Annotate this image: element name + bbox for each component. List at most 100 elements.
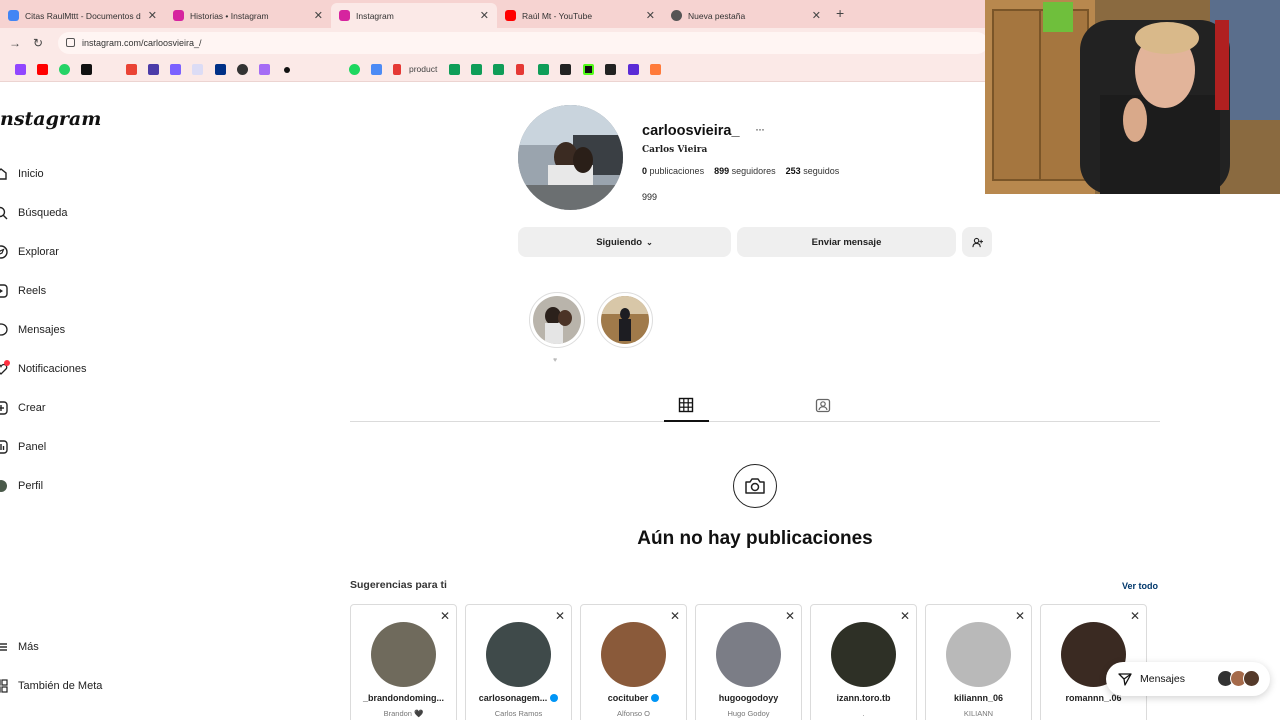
dismiss-icon[interactable]: ✕ (555, 609, 565, 623)
suggest-users-button[interactable] (962, 227, 992, 257)
bookmark-icon[interactable] (170, 64, 181, 75)
posts-stat: 0 publicaciones (642, 166, 704, 176)
bookmark-icon[interactable] (192, 64, 203, 75)
sidebar-item-perfil[interactable]: Perfil (0, 476, 43, 496)
kick-icon[interactable] (583, 64, 594, 75)
sheets-icon[interactable] (471, 64, 482, 75)
story-highlight[interactable] (529, 292, 585, 348)
bookmark-icon[interactable] (393, 64, 401, 75)
tiktok-icon[interactable] (81, 64, 92, 75)
tagged-icon[interactable] (815, 397, 831, 413)
sidebar-item-busqueda[interactable]: Búsqueda (0, 203, 68, 223)
meta-icon (0, 679, 8, 693)
dismiss-icon[interactable]: ✕ (900, 609, 910, 623)
sidebar-item-mensajes[interactable]: Mensajes (0, 320, 65, 340)
sidebar-item-explorar[interactable]: Explorar (0, 242, 59, 262)
site-settings-icon[interactable] (66, 38, 75, 47)
sidebar-item-reels[interactable]: Reels (0, 281, 46, 301)
bookmark-icon[interactable] (148, 64, 159, 75)
followers-stat[interactable]: 899 seguidores (714, 166, 776, 176)
forward-icon[interactable]: → (9, 36, 21, 50)
bookmark-icon[interactable] (605, 64, 616, 75)
dismiss-icon[interactable]: ✕ (670, 609, 680, 623)
send-message-button[interactable]: Enviar mensaje (737, 227, 956, 257)
suggestion-card[interactable]: ✕ _brandondoming... Brandon 🖤 (350, 604, 457, 720)
youtube-icon[interactable] (37, 64, 48, 75)
bookmark-icon[interactable] (628, 64, 639, 75)
messages-pill[interactable]: Mensajes (1106, 662, 1270, 696)
story-highlight[interactable] (597, 292, 653, 348)
suggestion-username[interactable]: carlosonagem... (466, 693, 571, 703)
close-icon[interactable]: ✕ (646, 9, 655, 22)
following-stat[interactable]: 253 seguidos (786, 166, 840, 176)
see-all-link[interactable]: Ver todo (1122, 581, 1158, 591)
bookmark-icon[interactable] (284, 67, 290, 73)
dismiss-icon[interactable]: ✕ (440, 609, 450, 623)
dismiss-icon[interactable]: ✕ (1130, 609, 1140, 623)
chatgpt-icon[interactable] (237, 64, 248, 75)
highlight-cover (533, 296, 581, 344)
suggestion-card[interactable]: ✕ cocituber Alfonso O (580, 604, 687, 720)
sheets-icon[interactable] (538, 64, 549, 75)
suggestion-avatar[interactable] (371, 622, 436, 687)
suggestion-avatar[interactable] (946, 622, 1011, 687)
suggestion-avatar[interactable] (486, 622, 551, 687)
close-icon[interactable]: ✕ (480, 9, 489, 22)
suggestion-avatar[interactable] (601, 622, 666, 687)
browser-tab-active[interactable]: Instagram ✕ (331, 3, 497, 28)
sidebar-item-label: Mensajes (18, 324, 66, 336)
browser-tab[interactable]: Historias • Instagram ✕ (165, 3, 331, 28)
close-icon[interactable]: ✕ (314, 9, 323, 22)
sidebar-item-mas[interactable]: Más (0, 637, 39, 657)
browser-tab-title: Instagram (356, 10, 394, 21)
instagram-logo[interactable]: nstagram (0, 108, 101, 130)
suggestion-username[interactable]: hugoogodoyy (696, 693, 801, 703)
paypal-icon[interactable] (215, 64, 226, 75)
sidebar-item-inicio[interactable]: Inicio (0, 164, 44, 184)
suggestion-card[interactable]: ✕ carlosonagem... Carlos Ramos (465, 604, 572, 720)
suggestion-avatar[interactable] (831, 622, 896, 687)
suggestion-username[interactable]: kiliannn_06 (926, 693, 1031, 703)
sidebar-item-crear[interactable]: Crear (0, 398, 46, 418)
close-icon[interactable]: ✕ (148, 9, 157, 22)
profile-avatar[interactable] (518, 105, 623, 210)
dismiss-icon[interactable]: ✕ (1015, 609, 1025, 623)
sidebar-item-panel[interactable]: Panel (0, 437, 46, 457)
notification-dot (4, 360, 10, 366)
sidebar-item-meta[interactable]: También de Meta (0, 676, 102, 696)
bookmark-icon[interactable] (560, 64, 571, 75)
url-field[interactable]: instagram.com/carloosvieira_/ (58, 32, 988, 54)
new-tab-icon[interactable]: + (836, 5, 844, 21)
profile-bio: 999 (642, 192, 658, 202)
suggestion-card[interactable]: ✕ kiliannn_06 KILIANN (925, 604, 1032, 720)
suggestion-avatar[interactable] (716, 622, 781, 687)
more-options-icon[interactable]: ··· (755, 122, 765, 136)
gmail-icon[interactable] (126, 64, 137, 75)
twitch-icon[interactable] (15, 64, 26, 75)
suggestion-card[interactable]: ✕ izann.toro.tb . (810, 604, 917, 720)
suggestion-username[interactable]: izann.toro.tb (811, 693, 916, 703)
browser-tab[interactable]: Raúl Mt - YouTube ✕ (497, 3, 663, 28)
sheets-icon[interactable] (449, 64, 460, 75)
browser-tab[interactable]: Nueva pestaña ✕ (663, 3, 829, 28)
following-button[interactable]: Siguiendo ⌄ (518, 227, 731, 257)
bookmark-icon[interactable] (650, 64, 661, 75)
spotify-icon[interactable] (349, 64, 360, 75)
whatsapp-icon[interactable] (59, 64, 70, 75)
suggestion-subtitle: Carlos Ramos (494, 709, 543, 718)
bookmark-icon[interactable] (516, 64, 524, 75)
sidebar-item-notificaciones[interactable]: Notificaciones (0, 359, 86, 379)
sheets-icon[interactable] (493, 64, 504, 75)
play-icon[interactable] (371, 64, 382, 75)
suggestion-card[interactable]: ✕ hugoogodoyy Hugo Godoy (695, 604, 802, 720)
dismiss-icon[interactable]: ✕ (785, 609, 795, 623)
suggestion-username[interactable]: cocituber (581, 693, 686, 703)
reload-icon[interactable]: ↻ (33, 36, 43, 50)
suggestion-username[interactable]: _brandondoming... (351, 693, 456, 703)
bookmark-product[interactable]: product (409, 64, 437, 74)
close-icon[interactable]: ✕ (812, 9, 821, 22)
grid-icon[interactable] (678, 397, 694, 413)
browser-tab-title: Raúl Mt - YouTube (522, 10, 593, 21)
browser-tab[interactable]: Citas RaulMttt - Documentos d ✕ (0, 3, 165, 28)
bookmark-icon[interactable] (259, 64, 270, 75)
